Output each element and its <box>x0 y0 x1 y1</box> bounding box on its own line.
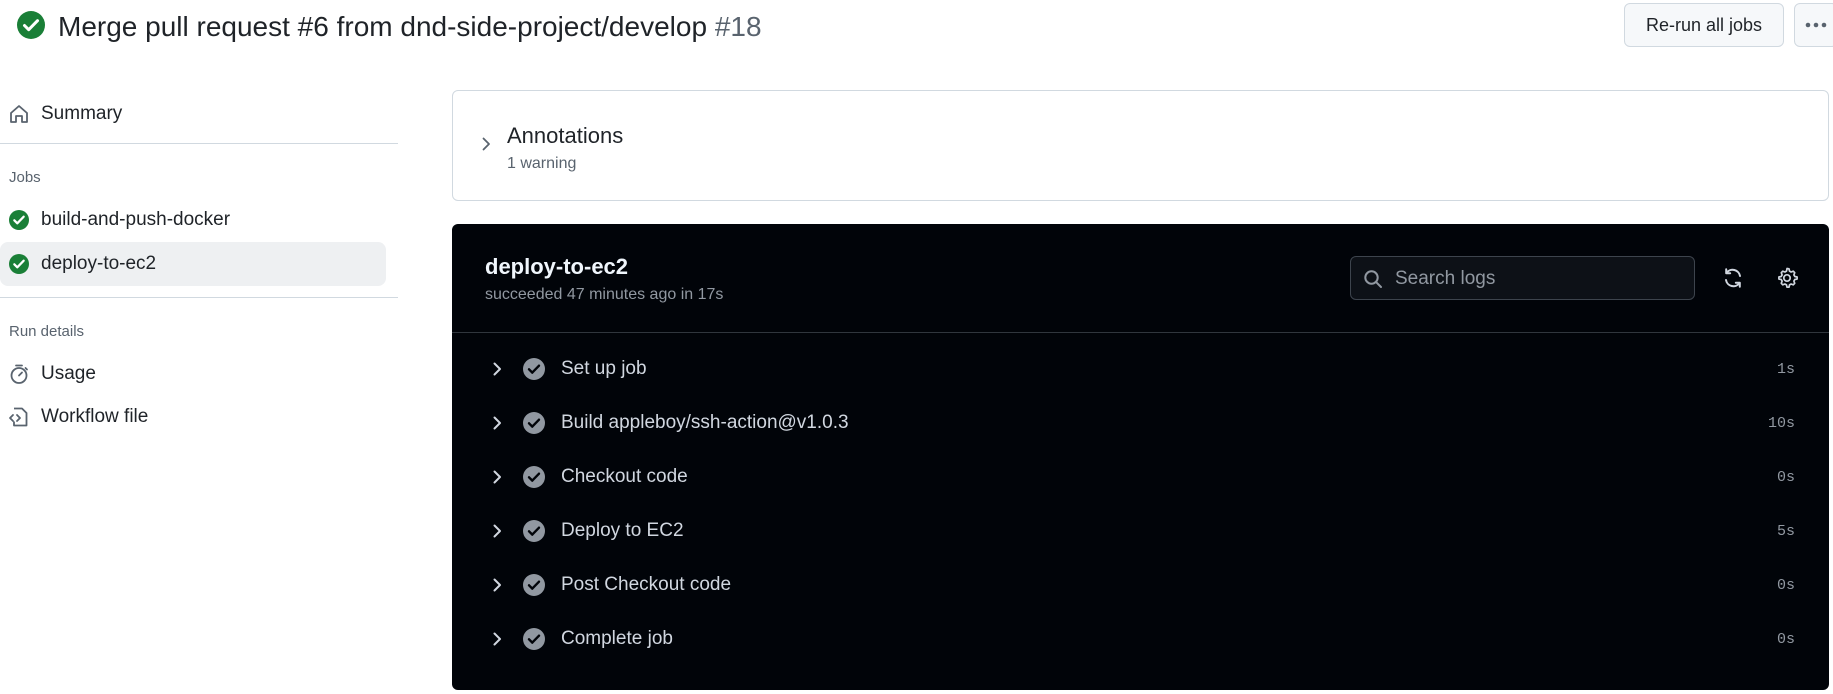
chevron-right-icon <box>493 470 501 484</box>
check-circle-icon <box>523 574 545 596</box>
sidebar-item-label: build-and-push-docker <box>41 209 231 230</box>
refresh-icon[interactable] <box>1721 266 1745 290</box>
step-name: Checkout code <box>561 466 688 487</box>
sidebar-divider <box>0 143 398 144</box>
page-title: Merge pull request #6 from dnd-side-proj… <box>58 10 762 44</box>
step-name: Complete job <box>561 628 673 649</box>
run-title: Merge pull request #6 from dnd-side-proj… <box>58 11 708 42</box>
log-step[interactable]: Post Checkout code 0s <box>452 558 1829 612</box>
log-step[interactable]: Build appleboy/ssh-action@v1.0.3 10s <box>452 396 1829 450</box>
home-icon <box>10 105 28 123</box>
chevron-right-icon <box>482 137 490 151</box>
log-step[interactable]: Complete job 0s <box>452 612 1829 666</box>
chevron-right-icon <box>493 362 501 376</box>
run-number: #18 <box>714 11 762 42</box>
chevron-right-icon <box>493 578 501 592</box>
step-duration: 10s <box>1767 415 1795 432</box>
step-name: Set up job <box>561 358 647 379</box>
check-circle-icon <box>17 11 45 39</box>
job-status-text: succeeded 47 minutes ago in 17s <box>485 286 724 303</box>
run-header: Merge pull request #6 from dnd-side-proj… <box>8 0 1833 54</box>
chevron-right-icon <box>493 416 501 430</box>
check-circle-icon <box>523 358 545 380</box>
sidebar-item-label: Workflow file <box>41 406 149 427</box>
step-name: Build appleboy/ssh-action@v1.0.3 <box>561 412 849 433</box>
check-circle-icon <box>523 628 545 650</box>
chevron-right-icon <box>493 632 501 646</box>
check-circle-icon <box>9 254 29 274</box>
check-circle-icon <box>9 210 29 230</box>
search-logs-input[interactable] <box>1393 265 1687 293</box>
annotations-count: 1 warning <box>507 155 577 172</box>
step-duration: 1s <box>1776 361 1795 378</box>
step-duration: 0s <box>1776 631 1795 648</box>
log-step[interactable]: Checkout code 0s <box>452 450 1829 504</box>
sidebar-item-usage[interactable]: Usage <box>0 352 386 396</box>
sidebar-item-workflow-file[interactable]: Workflow file <box>0 395 386 439</box>
check-circle-icon <box>523 466 545 488</box>
annotations-title: Annotations <box>507 123 624 148</box>
log-step[interactable]: Deploy to EC2 5s <box>452 504 1829 558</box>
gear-icon[interactable] <box>1775 266 1799 290</box>
sidebar-divider <box>0 297 398 298</box>
job-name: deploy-to-ec2 <box>485 254 629 279</box>
rerun-all-jobs-button[interactable]: Re-run all jobs <box>1624 3 1784 47</box>
file-code-icon <box>9 407 28 427</box>
stopwatch-icon <box>10 364 28 384</box>
logs-divider <box>452 332 1829 333</box>
sidebar-item-label: Summary <box>41 103 123 124</box>
sidebar-item-summary[interactable]: Summary <box>0 92 386 136</box>
kebab-horizontal-icon <box>1805 22 1827 28</box>
search-icon <box>1364 270 1382 288</box>
jobs-heading: Jobs <box>9 169 41 186</box>
run-details-heading: Run details <box>9 323 85 340</box>
job-logs-panel: deploy-to-ec2 succeeded 47 minutes ago i… <box>452 224 1829 690</box>
sidebar-item-job[interactable]: build-and-push-docker <box>0 198 386 242</box>
sidebar-item-label: deploy-to-ec2 <box>41 253 157 274</box>
annotations-panel[interactable]: Annotations 1 warning <box>452 90 1829 201</box>
step-name: Post Checkout code <box>561 574 732 595</box>
search-logs-field[interactable] <box>1350 256 1695 300</box>
step-duration: 0s <box>1776 577 1795 594</box>
more-options-button[interactable] <box>1794 3 1833 47</box>
step-duration: 5s <box>1776 523 1795 540</box>
log-step[interactable]: Set up job 1s <box>452 342 1829 396</box>
check-circle-icon <box>523 520 545 542</box>
sidebar-item-label: Usage <box>41 363 96 384</box>
check-circle-icon <box>523 412 545 434</box>
chevron-right-icon <box>493 524 501 538</box>
sidebar-item-job-active[interactable]: deploy-to-ec2 <box>0 242 386 286</box>
step-duration: 0s <box>1776 469 1795 486</box>
step-name: Deploy to EC2 <box>561 520 684 541</box>
